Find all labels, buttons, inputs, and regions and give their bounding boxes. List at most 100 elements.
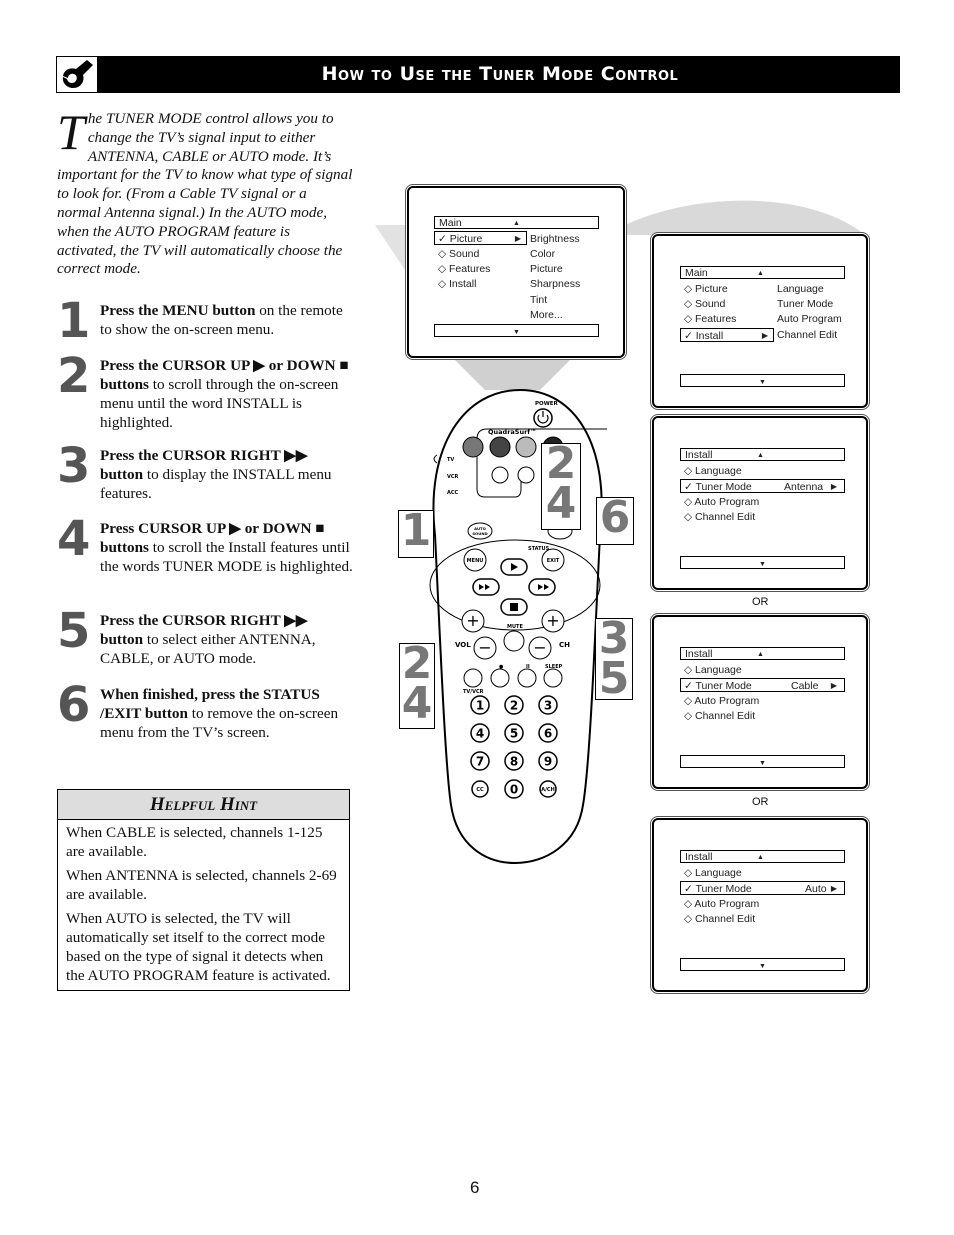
quadrasurf-label: QuadraSurf™ [488, 428, 537, 436]
menu-item-label: Language [695, 664, 742, 676]
step-number: 4 [57, 511, 91, 567]
arrow-down-icon: ▼ [513, 329, 520, 336]
menu-item[interactable]: ◇ Auto Program [684, 495, 759, 509]
or-label: OR [752, 796, 769, 808]
mode-acc-label: ACC [447, 490, 459, 496]
menu-item[interactable]: ◇ Features [684, 312, 736, 326]
tvvcr-button[interactable] [463, 668, 483, 688]
scroll-down-bar[interactable]: ▼ [680, 958, 845, 971]
arrow-right-icon: ▶ [830, 681, 837, 690]
mode-vcr-label: VCR [447, 474, 459, 480]
callout-step-3-5: 3 5 [595, 617, 633, 701]
smiley-button-1[interactable] [491, 466, 509, 484]
callout-step-2-4-bottom: 2 4 [399, 642, 435, 729]
menu-item-label: Tuner Mode [695, 680, 752, 692]
submenu-item: Tint [530, 294, 548, 306]
drop-cap: T [57, 104, 85, 160]
menu-title-bar: Install ▲ [680, 850, 845, 863]
arrow-up-icon: ▲ [513, 220, 520, 227]
keypad-label: 6 [544, 727, 552, 741]
submenu-item: Sharpness [530, 278, 581, 290]
menu-label: MENU [467, 558, 484, 564]
tv-screen-main-picture: Main ▲ ✓ Picture ▶ ◇ Sound ◇ Features ◇ In… [407, 186, 625, 358]
menu-title-bar: Install ▲ [680, 448, 845, 461]
scroll-down-bar[interactable]: ▼ [680, 755, 845, 768]
keypad-label: 7 [476, 755, 484, 769]
sleep-button[interactable] [543, 668, 563, 688]
tuner-mode-value: Auto [805, 883, 827, 895]
auto-sound-label-2: SOUND [472, 531, 487, 536]
intro-text: he TUNER MODE control allows you to chan… [57, 110, 353, 278]
menu-item[interactable]: ◇ Sound [684, 297, 725, 311]
menu-title-bar: Install ▲ [680, 647, 845, 660]
step-number: 1 [57, 293, 91, 349]
menu-item-selected[interactable]: ✓ Picture ▶ [434, 231, 527, 245]
submenu-item: More... [530, 309, 563, 321]
smiley-button-2[interactable] [517, 466, 535, 484]
keypad-label: 0 [510, 783, 518, 797]
menu-item-label: Picture [449, 233, 483, 245]
callout-step-1: 1 [398, 509, 434, 558]
arrow-right-icon: ▶ [514, 234, 521, 243]
submenu-item: Auto Program [777, 313, 842, 325]
menu-item-label: Install [695, 330, 724, 342]
menu-item-label: Tuner Mode [695, 883, 752, 895]
step-bold: Press the MENU button [100, 302, 256, 319]
arrow-right-icon: ▶ [761, 331, 768, 340]
menu-item-label: Channel Edit [695, 511, 756, 523]
page-title: How to Use the Tuner Mode Control [321, 63, 679, 85]
menu-item[interactable]: ◇ Language [684, 464, 742, 478]
menu-item-selected[interactable]: ✓ Tuner Mode Auto ▶ [680, 881, 845, 895]
step-number: 2 [57, 348, 91, 404]
hint-title: Helpful Hint [58, 790, 349, 820]
scroll-down-bar[interactable]: ▼ [680, 374, 845, 387]
hint-paragraph: When ANTENNA is selected, channels 2-69 … [66, 867, 337, 903]
menu-item-label: Features [449, 263, 491, 275]
arrow-down-icon: ▼ [759, 963, 766, 970]
intro-paragraph: The TUNER MODE control allows you to cha… [57, 104, 353, 279]
arrow-down-icon: ▼ [759, 379, 766, 386]
menu-item[interactable]: ◇ Features [438, 262, 490, 276]
tuner-mode-value: Antenna [784, 481, 824, 493]
menu-item-selected[interactable]: ✓ Tuner Mode Antenna ▶ [680, 479, 845, 493]
scroll-down-bar[interactable]: ▼ [680, 556, 845, 569]
menu-item-label: Language [695, 465, 742, 477]
menu-item[interactable]: ◇ Channel Edit [684, 709, 755, 723]
menu-item-label: Features [695, 313, 737, 325]
menu-item-label: Sound [695, 298, 726, 310]
keypad-label: 4 [476, 727, 484, 741]
menu-item[interactable]: ◇ Auto Program [684, 897, 759, 911]
plus-icon: + [546, 611, 559, 630]
menu-item[interactable]: ◇ Channel Edit [684, 510, 755, 524]
hint-paragraph: When AUTO is selected, the TV will autom… [66, 910, 331, 984]
quadrasurf-button-1[interactable] [462, 436, 484, 458]
scroll-down-bar[interactable]: ▼ [434, 324, 599, 337]
stop-icon [510, 603, 518, 611]
tv-screen-install-auto: Install ▲ ◇ Language ✓ Tuner Mode Auto ▶ ◇ … [652, 818, 868, 992]
menu-item[interactable]: ◇ Sound [438, 247, 479, 261]
menu-item[interactable]: ◇ Picture [684, 282, 728, 296]
quadrasurf-button-3[interactable] [515, 436, 537, 458]
mute-label: MUTE [507, 624, 523, 630]
mute-button[interactable] [503, 630, 525, 652]
menu-item-selected[interactable]: ✓ Tuner Mode Cable ▶ [680, 678, 845, 692]
page-number: 6 [470, 1178, 480, 1197]
menu-item-label: Sound [449, 248, 480, 260]
menu-item[interactable]: ◇ Install [438, 277, 476, 291]
pause-button[interactable] [517, 668, 537, 688]
step-number: 3 [57, 438, 91, 494]
record-button[interactable] [490, 668, 510, 688]
tv-screen-install-cable: Install ▲ ◇ Language ✓ Tuner Mode Cable ▶ ◇… [652, 615, 868, 789]
submenu-item: Color [530, 248, 556, 260]
arrow-up-icon: ▲ [757, 452, 764, 459]
menu-item[interactable]: ◇ Language [684, 663, 742, 677]
quadrasurf-button-2[interactable] [489, 436, 511, 458]
menu-item[interactable]: ◇ Language [684, 866, 742, 880]
keypad-label: 2 [510, 699, 518, 713]
menu-item[interactable]: ◇ Auto Program [684, 694, 759, 708]
menu-item[interactable]: ◇ Channel Edit [684, 912, 755, 926]
tvvcr-label: TV/VCR [463, 689, 484, 695]
minus-icon: − [478, 638, 491, 657]
menu-item-selected[interactable]: ✓ Install ▶ [680, 328, 774, 342]
or-label: OR [752, 596, 769, 608]
